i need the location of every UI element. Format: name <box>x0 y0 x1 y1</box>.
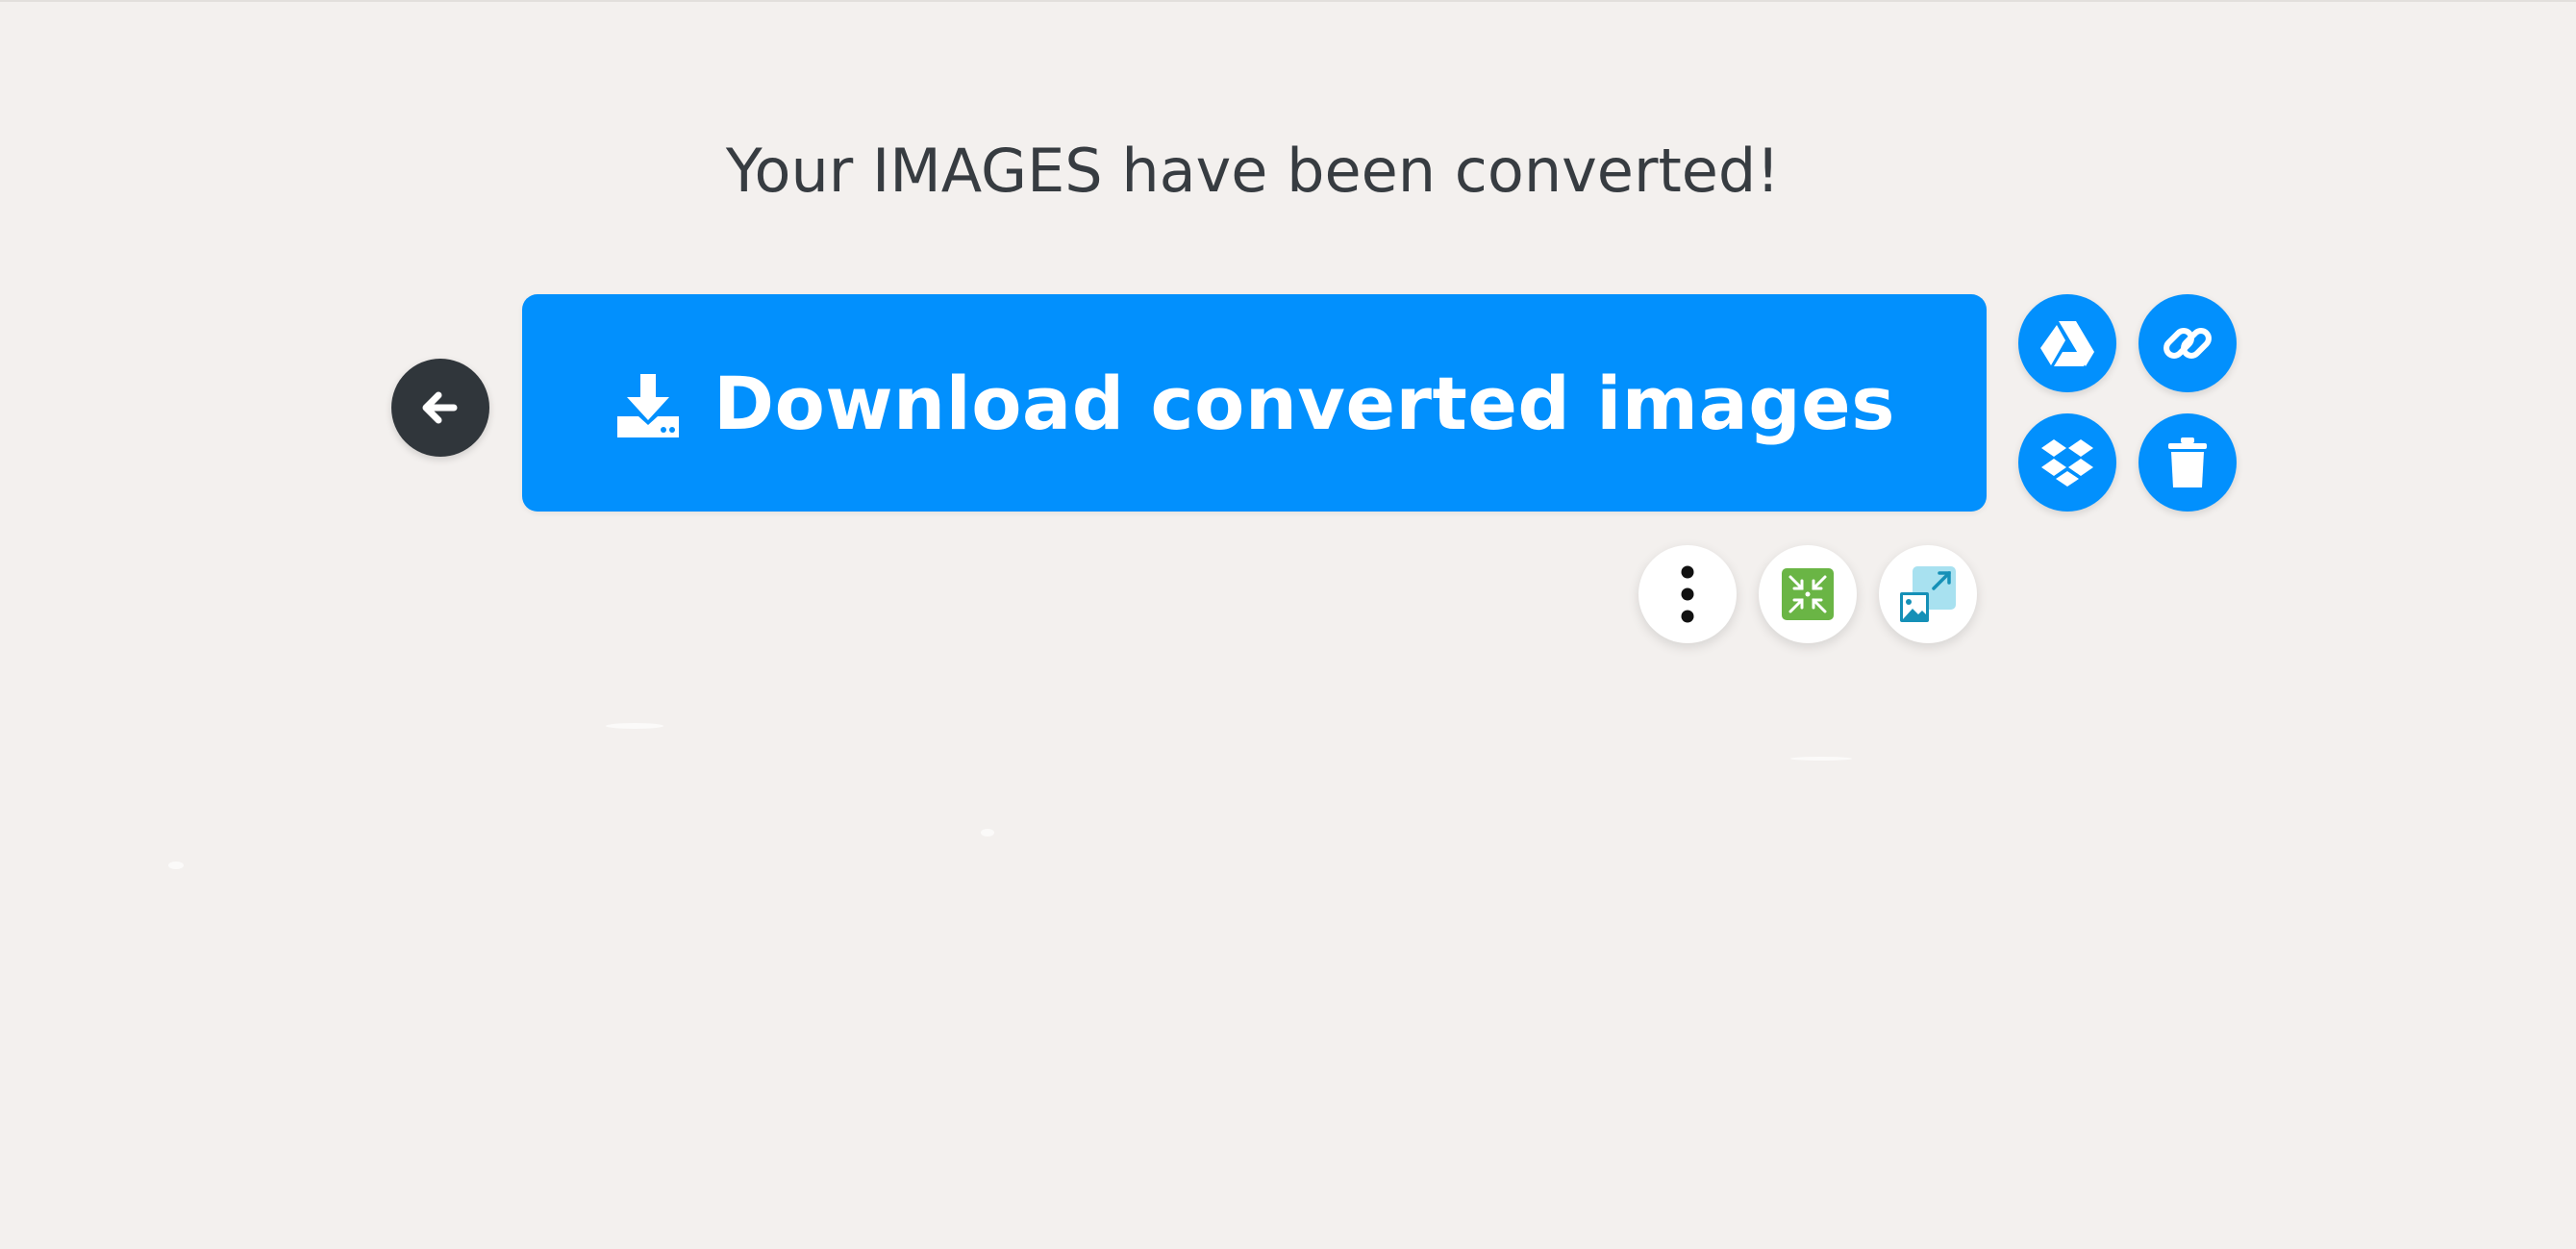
download-button-label: Download converted images <box>713 360 1895 446</box>
more-vertical-icon <box>1680 564 1695 624</box>
save-to-dropbox-button[interactable] <box>2018 413 2116 512</box>
back-button[interactable] <box>391 359 489 457</box>
top-divider <box>0 0 2576 2</box>
arrow-left-icon <box>415 383 465 433</box>
page-title: Your IMAGES have been converted! <box>725 136 1781 206</box>
link-icon <box>2161 316 2214 370</box>
background-speck <box>606 723 663 729</box>
resize-image-icon <box>1899 565 1957 623</box>
save-to-google-drive-button[interactable] <box>2018 294 2116 392</box>
dropbox-icon <box>2040 437 2094 487</box>
download-button[interactable]: Download converted images <box>522 294 1987 512</box>
background-speck <box>1790 757 1852 761</box>
google-drive-icon <box>2039 319 2095 367</box>
copy-link-button[interactable] <box>2138 294 2237 392</box>
more-options-button[interactable] <box>1638 545 1737 643</box>
background-speck <box>981 829 994 837</box>
download-icon <box>613 370 683 439</box>
background-speck <box>168 862 184 869</box>
trash-icon <box>2166 437 2209 488</box>
compress-image-button[interactable] <box>1759 545 1857 643</box>
resize-image-button[interactable] <box>1879 545 1977 643</box>
compress-icon <box>1781 567 1835 621</box>
delete-button[interactable] <box>2138 413 2237 512</box>
